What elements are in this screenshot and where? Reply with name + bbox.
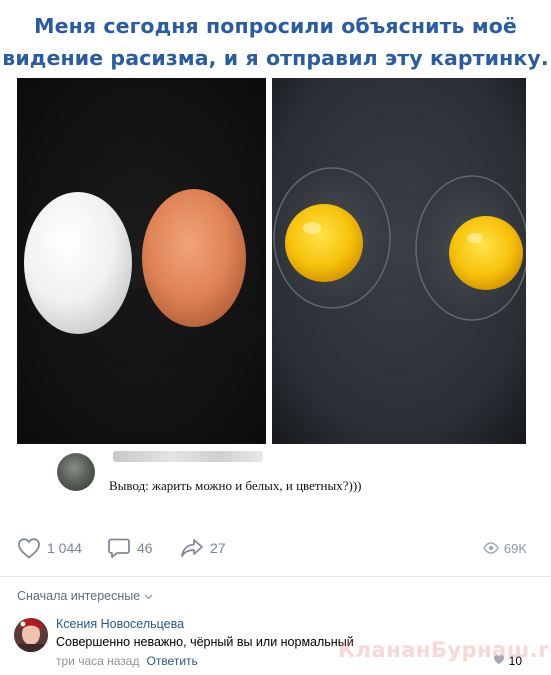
fried-eggs-photo[interactable] [272,78,526,444]
divider [0,576,551,577]
reply-button[interactable]: Ответить [146,654,197,668]
headline-line-1: Меня сегодня попросили объяснить моё [34,14,517,38]
comment-button[interactable]: 46 [107,534,153,562]
comment-author[interactable]: Ксения Новосельцева [56,617,184,631]
share-button[interactable]: 27 [180,534,226,562]
left-yolk [285,204,363,282]
brown-egg [142,189,246,327]
chevron-down-icon [140,589,153,603]
embedded-comment: Вывод: жарить можно и белых, и цветных?)… [47,448,527,506]
right-yolk [449,216,523,290]
post-headline: Меня сегодня попросили объяснить моё вид… [0,10,551,74]
blurred-name [113,451,263,462]
avatar [57,453,95,491]
comment-time[interactable]: три часа назад [56,654,139,668]
avatar[interactable] [14,618,48,652]
embedded-comment-text: Вывод: жарить можно и белых, и цветных?)… [109,478,362,493]
like-button[interactable]: 1 044 [17,534,82,562]
views-count: 69K [503,540,527,556]
share-icon [180,537,204,559]
share-count: 27 [210,540,226,556]
comment-text: Совершенно неважно, чёрный вы или нормал… [56,635,354,649]
heart-icon [17,537,41,559]
white-egg [24,192,132,334]
comment-meta: три часа назад Ответить [56,654,198,668]
comment-count: 46 [137,540,153,556]
comment-icon [107,537,131,559]
post-actions: 1 044 46 27 69K [17,534,527,562]
like-count: 1 044 [47,540,83,556]
headline-line-2: видение расизма, и я отправил эту картин… [2,46,549,70]
comments-sort-dropdown[interactable]: Сначала интересные [17,589,153,603]
sort-label: Сначала интересные [17,589,141,603]
views-counter: 69K [483,534,527,562]
watermark: КлананБурнаш.ruЛП [338,638,551,662]
eggs-photo[interactable] [17,78,266,444]
eye-icon [483,542,499,554]
